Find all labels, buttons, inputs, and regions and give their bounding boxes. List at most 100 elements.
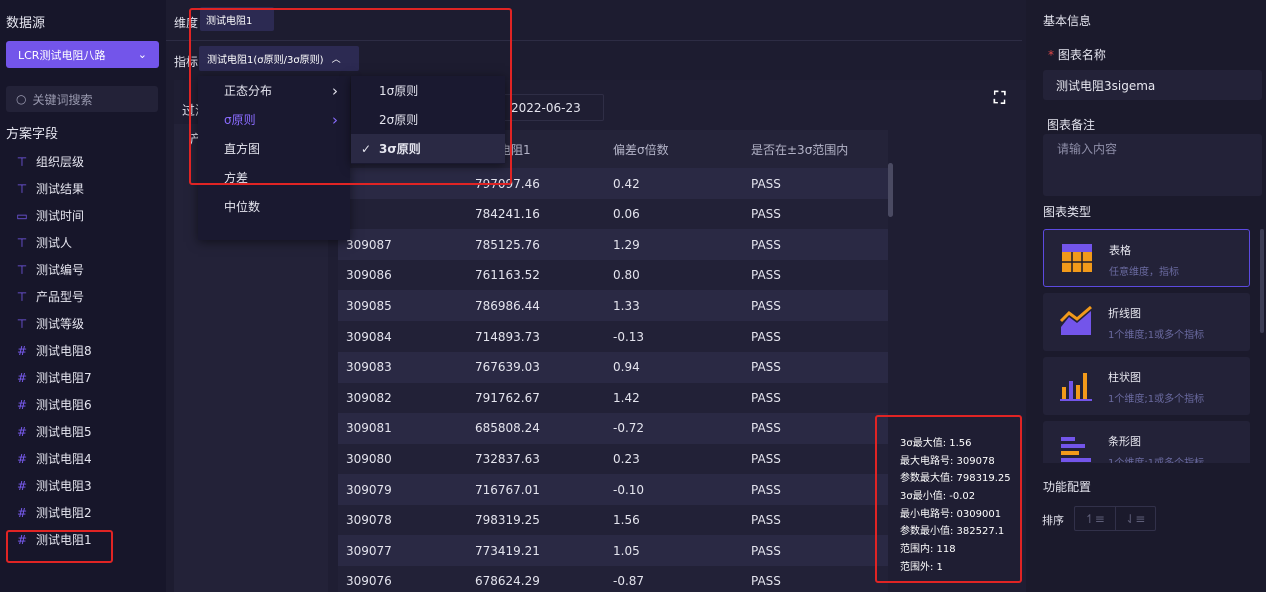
search-icon: ○	[16, 92, 27, 106]
table-cell: 784241.16	[475, 207, 540, 222]
fullscreen-icon[interactable]: ⛶	[994, 88, 1016, 110]
text-icon: ⊤	[16, 289, 28, 304]
table-row[interactable]: 309077 773419.21 1.05 PASS	[338, 535, 888, 567]
field-label: 测试电阻8	[36, 344, 92, 358]
chart-name-label: * 图表名称	[1048, 46, 1106, 63]
field-label: 测试电阻4	[36, 452, 92, 466]
highlight-box-field	[6, 530, 113, 563]
table-row[interactable]: 309078 798319.25 1.56 PASS	[338, 505, 888, 536]
table-cell: 1.05	[613, 543, 640, 558]
table-cell: PASS	[751, 543, 781, 558]
field-item[interactable]: # 测试电阻2	[0, 499, 166, 526]
field-item[interactable]: # 测试电阻5	[0, 418, 166, 445]
table-cell: 714893.73	[475, 329, 540, 344]
table-cell: PASS	[751, 574, 781, 589]
table-cell: 309079	[346, 482, 392, 497]
table-cell: PASS	[751, 207, 781, 222]
menu-item[interactable]: 中位数	[198, 192, 350, 221]
header-col-4: 是否在±3σ范围内	[751, 142, 849, 157]
table-cell: 798319.25	[475, 513, 540, 528]
number-icon: #	[16, 451, 28, 466]
table-row[interactable]: 309079 716767.01 -0.10 PASS	[338, 474, 888, 505]
field-item[interactable]: # 测试电阻8	[0, 337, 166, 364]
table-cell: 309085	[346, 298, 392, 313]
datasource-select[interactable]: LCR测试电阻八路 ⌄	[6, 41, 159, 68]
field-item[interactable]: ⊤ 产品型号	[0, 283, 166, 310]
chart-type-scrollbar[interactable]	[1260, 229, 1264, 333]
table-scrollbar[interactable]	[888, 163, 893, 217]
chevron-down-icon: ⌄	[137, 48, 147, 61]
field-label: 测试编号	[36, 263, 85, 277]
field-label: 产品型号	[36, 290, 85, 304]
field-item[interactable]: ⊤ 测试人	[0, 229, 166, 256]
field-item[interactable]: ⊤ 组织层级	[0, 148, 166, 175]
date-input[interactable]: 2022-06-23	[502, 94, 604, 121]
chart-name-input[interactable]: 测试电阻3sigema	[1043, 70, 1262, 100]
chart-type-title: 表格	[1109, 244, 1131, 257]
chart-type-card[interactable]: 条形图 1个维度;1或多个指标	[1043, 421, 1250, 463]
chart-type-desc: 1个维度;1或多个指标	[1108, 454, 1204, 463]
field-item[interactable]: # 测试电阻4	[0, 445, 166, 472]
table-row[interactable]: 309083 767639.03 0.94 PASS	[338, 351, 888, 383]
chart-type-card[interactable]: 折线图 1个维度;1或多个指标	[1043, 293, 1250, 351]
field-label: 测试电阻2	[36, 506, 92, 520]
field-item[interactable]: # 测试电阻6	[0, 391, 166, 418]
table-cell: PASS	[751, 268, 781, 283]
field-label: 测试等级	[36, 317, 85, 331]
table-cell: -0.72	[613, 421, 645, 436]
table-cell: PASS	[751, 482, 781, 497]
table-row[interactable]: 309081 685808.24 -0.72 PASS	[338, 412, 888, 444]
table-cell: 773419.21	[475, 543, 540, 558]
field-item[interactable]: ⊤ 测试编号	[0, 256, 166, 283]
number-icon: #	[16, 505, 28, 520]
table-cell: PASS	[751, 451, 781, 466]
field-item[interactable]: ▭ 测试时间	[0, 202, 166, 229]
chart-type-card[interactable]: 表格任意维度，指标	[1043, 229, 1250, 287]
number-icon: #	[16, 478, 28, 493]
chart-type-desc: 任意维度，指标	[1109, 267, 1179, 278]
table-cell: PASS	[751, 237, 781, 252]
menu-item-label: 中位数	[224, 200, 261, 214]
field-search-input[interactable]: ○ 关键词搜索	[6, 86, 158, 112]
table-row[interactable]: 309084 714893.73 -0.13 PASS	[338, 321, 888, 352]
table-row[interactable]: 309076 678624.29 -0.87 PASS	[338, 566, 888, 592]
table-row[interactable]: 309086 761163.52 0.80 PASS	[338, 260, 888, 291]
field-label: 测试电阻7	[36, 371, 92, 385]
field-item[interactable]: ⊤ 测试等级	[0, 310, 166, 337]
table-cell: 0.06	[613, 207, 640, 222]
table-cell: 1.29	[613, 237, 640, 252]
properties-panel: 基本信息 * 图表名称 测试电阻3sigema 图表备注 请输入内容 图表类型 …	[1026, 0, 1266, 592]
search-placeholder: 关键词搜索	[32, 92, 93, 107]
field-item[interactable]: ⊤ 测试结果	[0, 175, 166, 202]
table-row[interactable]: 309087 785125.76 1.29 PASS	[338, 229, 888, 261]
sort-descending-icon[interactable]: ⇃≡	[1116, 507, 1156, 530]
table-row[interactable]: 309080 732837.63 0.23 PASS	[338, 443, 888, 474]
sort-ascending-icon[interactable]: ↿≡	[1075, 507, 1116, 530]
sort-label: 排序	[1042, 514, 1064, 527]
table-cell: 685808.24	[475, 421, 540, 436]
field-item[interactable]: # 测试电阻7	[0, 364, 166, 391]
datasource-label: 数据源	[6, 16, 46, 31]
datasource-value: LCR测试电阻八路	[18, 48, 106, 62]
chart-note-textarea[interactable]: 请输入内容	[1043, 134, 1262, 196]
chart-type-title: 折线图	[1108, 307, 1141, 320]
table-cell: 767639.03	[475, 360, 540, 375]
basic-info-title: 基本信息	[1043, 14, 1092, 28]
field-label: 测试电阻5	[36, 425, 92, 439]
table-cell: 785125.76	[475, 237, 540, 252]
table-cell: 678624.29	[475, 574, 540, 589]
table-cell: -0.13	[613, 329, 645, 344]
line-chart-icon	[1059, 305, 1093, 340]
table-row[interactable]: 784241.16 0.06 PASS	[338, 199, 888, 230]
text-icon: ⊤	[16, 235, 28, 250]
calendar-icon: ▭	[16, 208, 28, 223]
chart-type-card[interactable]: 柱状图 1个维度;1或多个指标	[1043, 357, 1250, 415]
field-item[interactable]: # 测试电阻3	[0, 472, 166, 499]
table-cell: 732837.63	[475, 451, 540, 466]
table-cell: 1.42	[613, 390, 640, 405]
required-mark: *	[1048, 48, 1054, 62]
table-row[interactable]: 309082 791762.67 1.42 PASS	[338, 382, 888, 413]
data-table: 测试电阻1 偏差σ倍数 是否在±3σ范围内 797097.460.42PASS7…	[338, 130, 888, 592]
table-row[interactable]: 309085 786986.44 1.33 PASS	[338, 290, 888, 322]
table-cell: 716767.01	[475, 482, 540, 497]
